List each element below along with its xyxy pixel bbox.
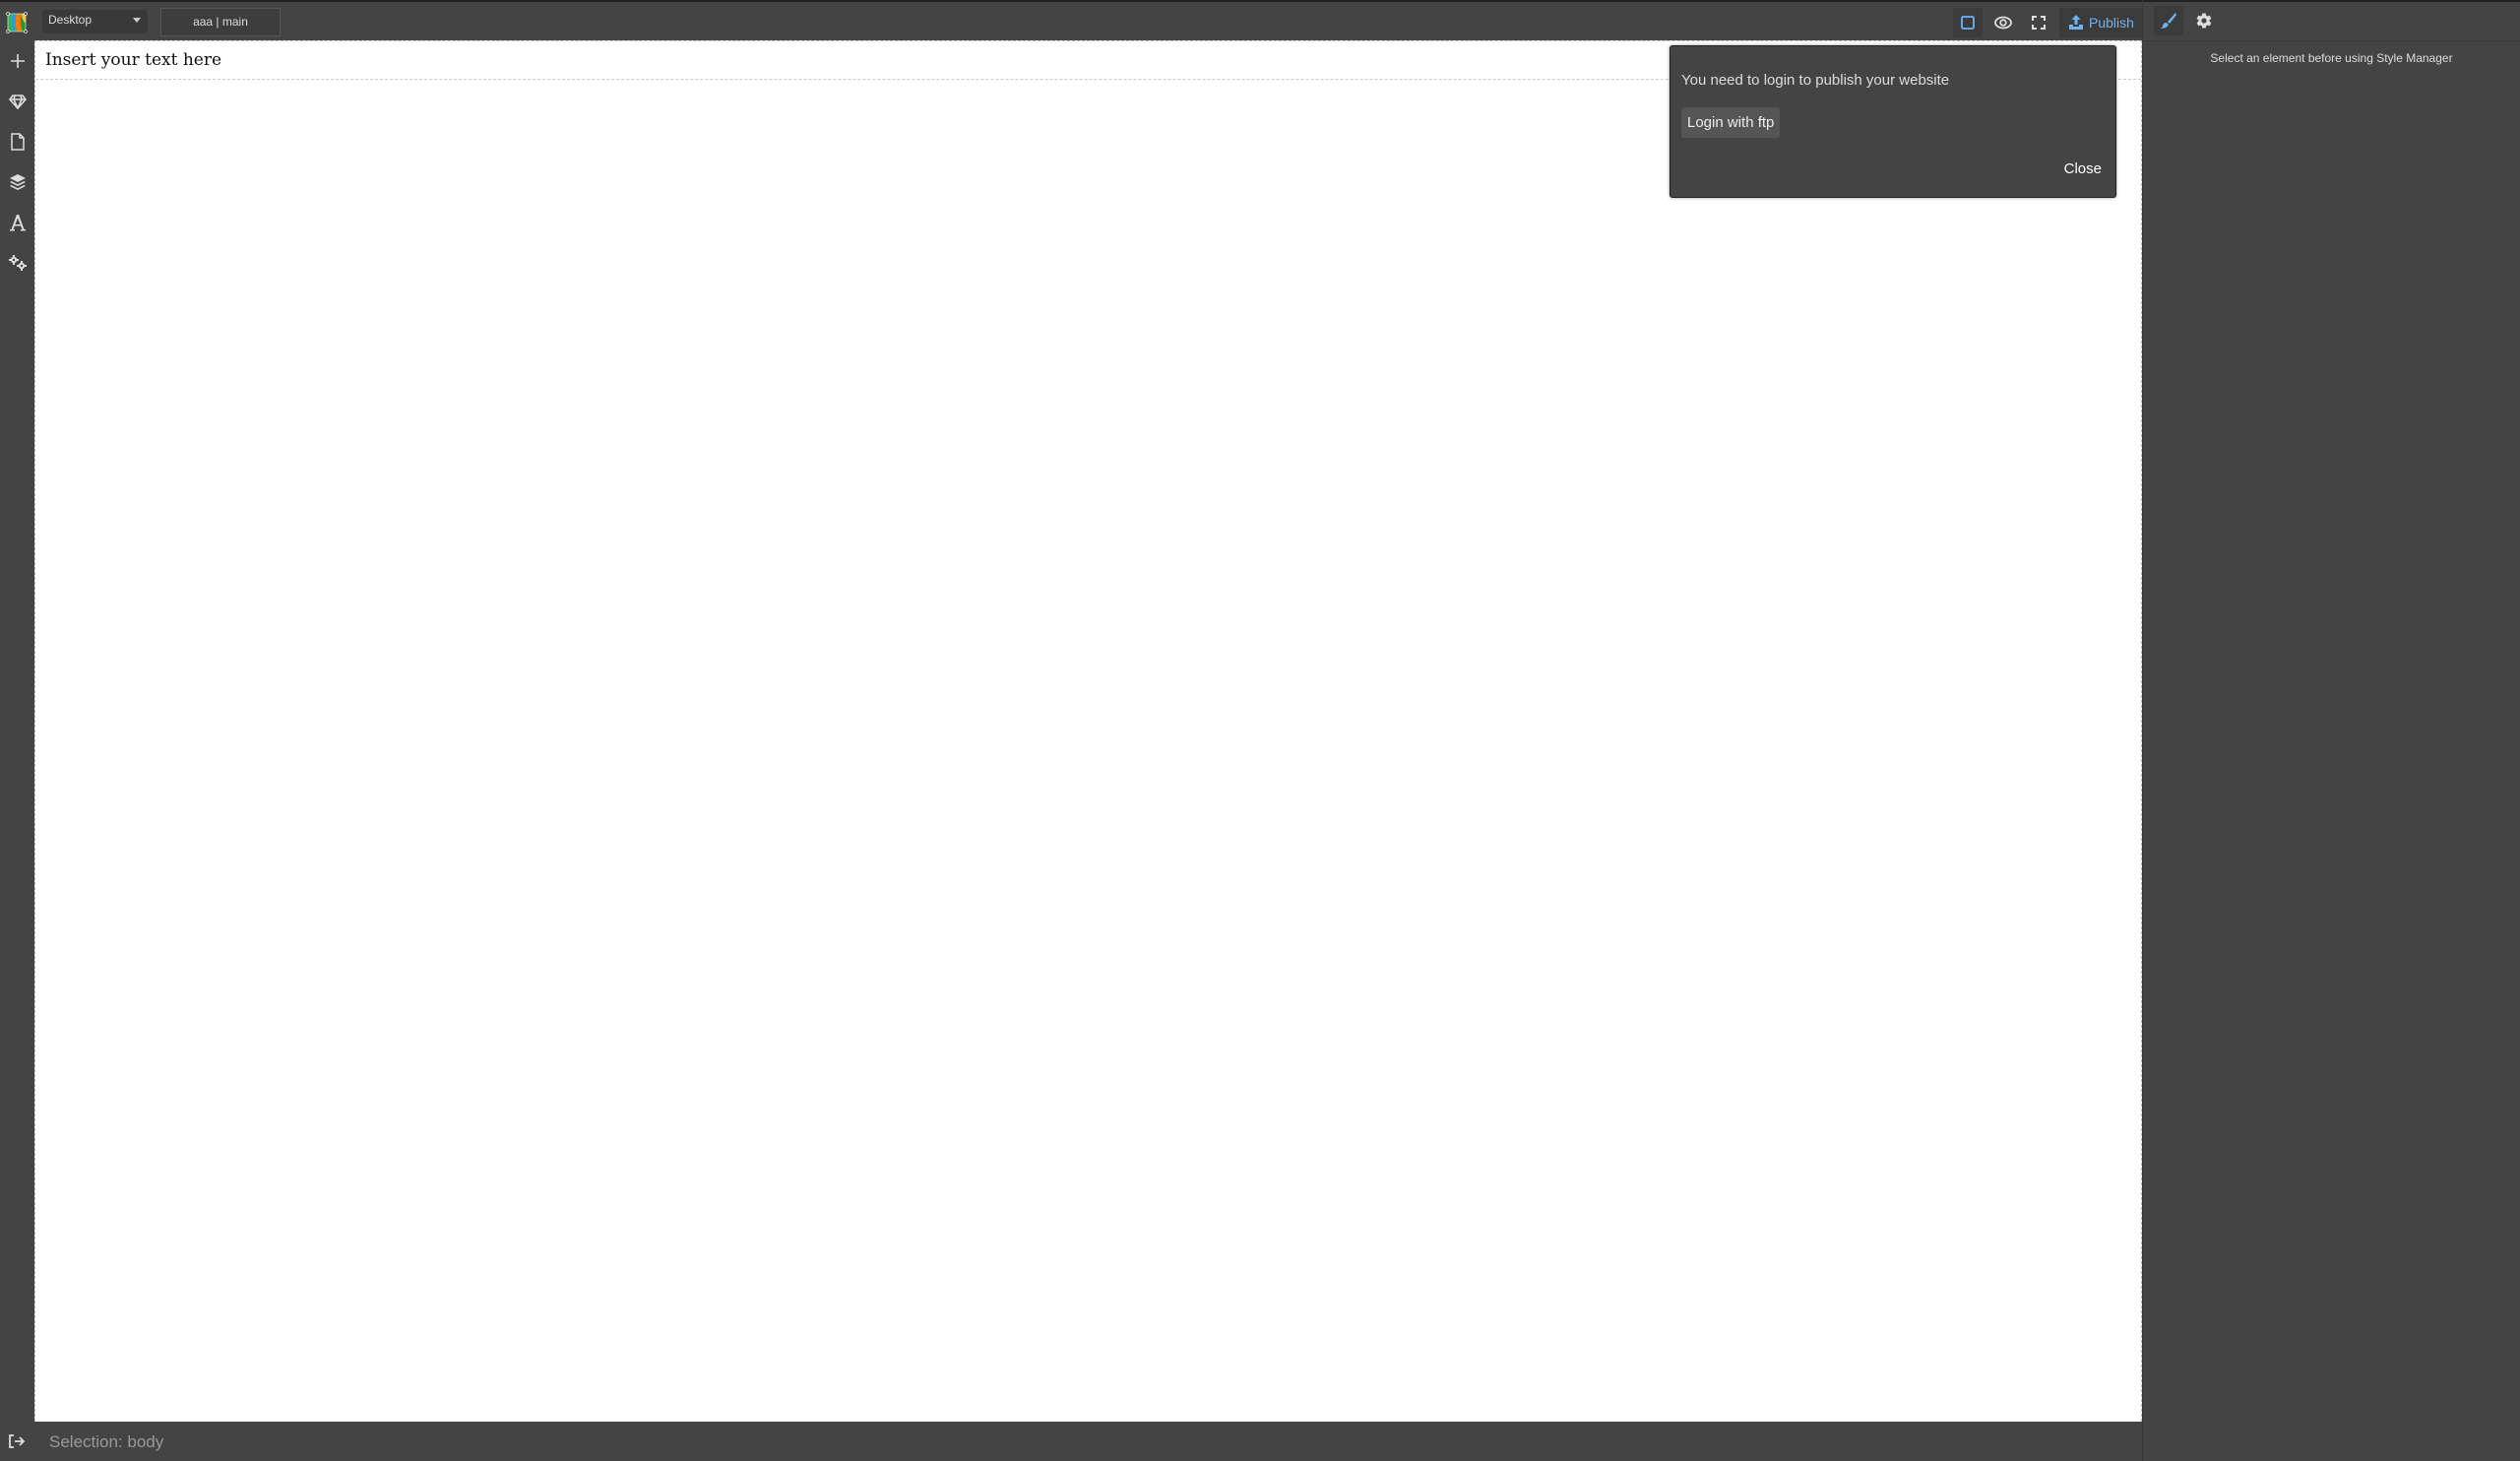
publish-label: Publish (2089, 15, 2134, 31)
plus-icon (10, 53, 25, 68)
status-bar: Selection: body (0, 1422, 2142, 1461)
gear-icon (2196, 13, 2212, 29)
style-manager-panel: Select an element before using Style Man… (2142, 40, 2520, 1461)
style-manager-tab[interactable] (2154, 6, 2183, 35)
fullscreen-icon (2032, 16, 2046, 30)
editor-canvas[interactable]: Insert your text here (34, 40, 2142, 1422)
dialog-message: You need to login to publish your websit… (1681, 72, 1950, 89)
cogs-icon (8, 254, 27, 271)
style-manager-empty-message: Select an element before using Style Man… (2210, 51, 2453, 65)
device-select[interactable]: Desktop (42, 10, 148, 33)
font-icon (9, 214, 26, 230)
left-sidebar (0, 40, 34, 1422)
sidebar-item-add-block[interactable] (0, 40, 34, 81)
diamond-icon (8, 94, 27, 109)
toggle-borders-button[interactable] (1953, 8, 1983, 37)
device-select-value: Desktop (48, 13, 93, 27)
login-ftp-button[interactable]: Login with ftp (1681, 107, 1781, 138)
eye-icon (1994, 16, 2012, 30)
settings-tab[interactable] (2189, 6, 2219, 35)
sidebar-item-symbols[interactable] (0, 81, 34, 121)
layers-icon (9, 173, 26, 190)
panel-tabs (2142, 0, 2520, 40)
publish-login-dialog: You need to login to publish your websit… (1670, 45, 2116, 198)
app-logo-icon[interactable] (6, 12, 28, 33)
sidebar-item-pages[interactable] (0, 121, 34, 161)
sign-out-icon[interactable] (8, 1433, 26, 1449)
paint-brush-icon (2161, 13, 2176, 29)
file-icon (10, 132, 25, 151)
publish-button[interactable]: Publish (2059, 8, 2142, 37)
selection-label: Selection: body (49, 1432, 164, 1451)
fullscreen-button[interactable] (2024, 8, 2053, 37)
square-icon (1961, 16, 1975, 30)
page-title[interactable]: aaa | main (160, 8, 281, 36)
sidebar-item-settings[interactable] (0, 242, 34, 283)
sidebar-item-layers[interactable] (0, 161, 34, 202)
canvas-toolbar: Publish (1953, 8, 2142, 37)
chevron-down-icon (133, 18, 141, 23)
preview-button[interactable] (1988, 8, 2018, 37)
close-button[interactable]: Close (2060, 157, 2106, 181)
sidebar-item-fonts[interactable] (0, 202, 34, 242)
upload-icon (2069, 15, 2083, 30)
